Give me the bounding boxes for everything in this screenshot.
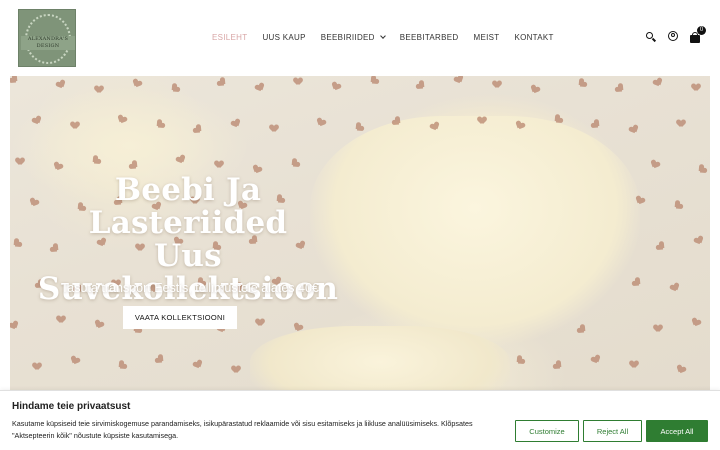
heart-print — [270, 125, 278, 132]
header-icons: 0 — [636, 26, 706, 44]
search-icon[interactable] — [644, 30, 658, 44]
heart-print — [553, 360, 564, 371]
nav-item-meist[interactable]: MEIST — [473, 33, 499, 42]
heart-print — [670, 283, 680, 293]
heart-print — [416, 80, 427, 91]
heart-print — [10, 321, 19, 331]
hero-subtitle: Tasuta transport Eestis, tellimustele al… — [61, 281, 319, 295]
heart-print — [615, 83, 626, 94]
heart-print — [33, 363, 41, 370]
heart-print — [577, 78, 588, 89]
heart-print — [193, 360, 203, 370]
heart-print — [493, 81, 501, 88]
reject-all-button[interactable]: Reject All — [583, 420, 642, 442]
cookie-text: Kasutame küpsiseid teie sirvimiskogemuse… — [12, 419, 473, 440]
heart-print — [629, 125, 639, 135]
heart-print — [294, 78, 302, 85]
heart-print — [677, 120, 685, 127]
view-collection-button[interactable]: VAATA KOLLEKTSIOONI — [123, 306, 237, 329]
heart-print — [95, 86, 103, 93]
heart-print — [676, 365, 686, 375]
heart-print — [94, 320, 104, 330]
heart-print — [16, 158, 24, 165]
heart-print — [354, 122, 365, 133]
hero-title-line-2: Uus — [154, 238, 222, 274]
heart-print — [515, 355, 526, 366]
heart-print — [57, 316, 65, 323]
main-nav: ESILEHT UUS KAUP BEEBIRIIDED BEEBITARBED… — [212, 33, 569, 42]
nav-item-uus-kaup[interactable]: UUS KAUP — [262, 33, 305, 42]
heart-print — [71, 122, 79, 129]
heart-print — [290, 158, 301, 169]
heart-print — [694, 236, 704, 246]
heart-print — [530, 85, 540, 95]
nav-item-beebiriided-label: BEEBIRIIDED — [320, 33, 375, 42]
heart-print — [591, 355, 601, 365]
logo-text: ALEXANDRA'S DESIGN — [21, 36, 75, 50]
nav-item-kontakt[interactable]: KONTAKT — [514, 33, 553, 42]
chevron-down-icon — [379, 33, 386, 39]
cart-count-badge: 0 — [697, 26, 706, 35]
customize-button[interactable]: Customize — [515, 420, 579, 442]
site-header: ALEXANDRA'S DESIGN ESILEHT UUS KAUP BEEB… — [0, 0, 720, 76]
heart-print — [255, 83, 265, 93]
heart-print — [316, 118, 326, 128]
cookie-consent-banner: Hindame teie privaatsust Kasutame küpsis… — [0, 390, 720, 450]
heart-print — [697, 164, 708, 175]
heart-print — [215, 161, 223, 168]
hero-image-dress — [310, 116, 640, 346]
heart-print — [70, 356, 80, 366]
accept-all-button[interactable]: Accept All — [646, 420, 708, 442]
heart-print — [591, 119, 602, 130]
heart-print — [10, 76, 19, 85]
brand-logo[interactable]: ALEXANDRA'S DESIGN — [18, 9, 76, 67]
heart-print — [155, 354, 166, 365]
heart-print — [478, 117, 486, 124]
heart-print — [654, 325, 662, 332]
heart-print — [12, 238, 23, 249]
heart-print — [692, 84, 700, 91]
heart-print — [369, 76, 380, 86]
nav-item-beebitarbed[interactable]: BEEBITARBED — [400, 33, 459, 42]
nav-item-beebiriided[interactable]: BEEBIRIIDED — [320, 33, 386, 42]
heart-print — [331, 82, 341, 92]
account-icon[interactable] — [666, 30, 680, 44]
heart-print — [653, 78, 663, 88]
heart-print — [673, 200, 684, 211]
heart-print — [232, 366, 240, 373]
heart-print — [56, 80, 66, 90]
nav-item-esileht[interactable]: ESILEHT — [212, 33, 247, 42]
heart-print — [117, 360, 128, 371]
heart-print — [650, 160, 660, 170]
hero-image-shorts — [250, 326, 510, 390]
heart-print — [454, 76, 464, 84]
hero-title-line-1: Beebi Ja Lasteriided — [88, 172, 288, 241]
heart-print — [656, 241, 667, 252]
heart-print — [630, 361, 638, 368]
hero-banner: Beebi Ja Lasteriided Uus Suvekollektsioo… — [10, 76, 710, 390]
heart-print — [691, 318, 701, 328]
cookie-title: Hindame teie privaatsust — [12, 401, 131, 412]
cart-icon[interactable]: 0 — [688, 26, 706, 44]
heart-print — [217, 77, 228, 88]
heart-print — [256, 319, 264, 326]
